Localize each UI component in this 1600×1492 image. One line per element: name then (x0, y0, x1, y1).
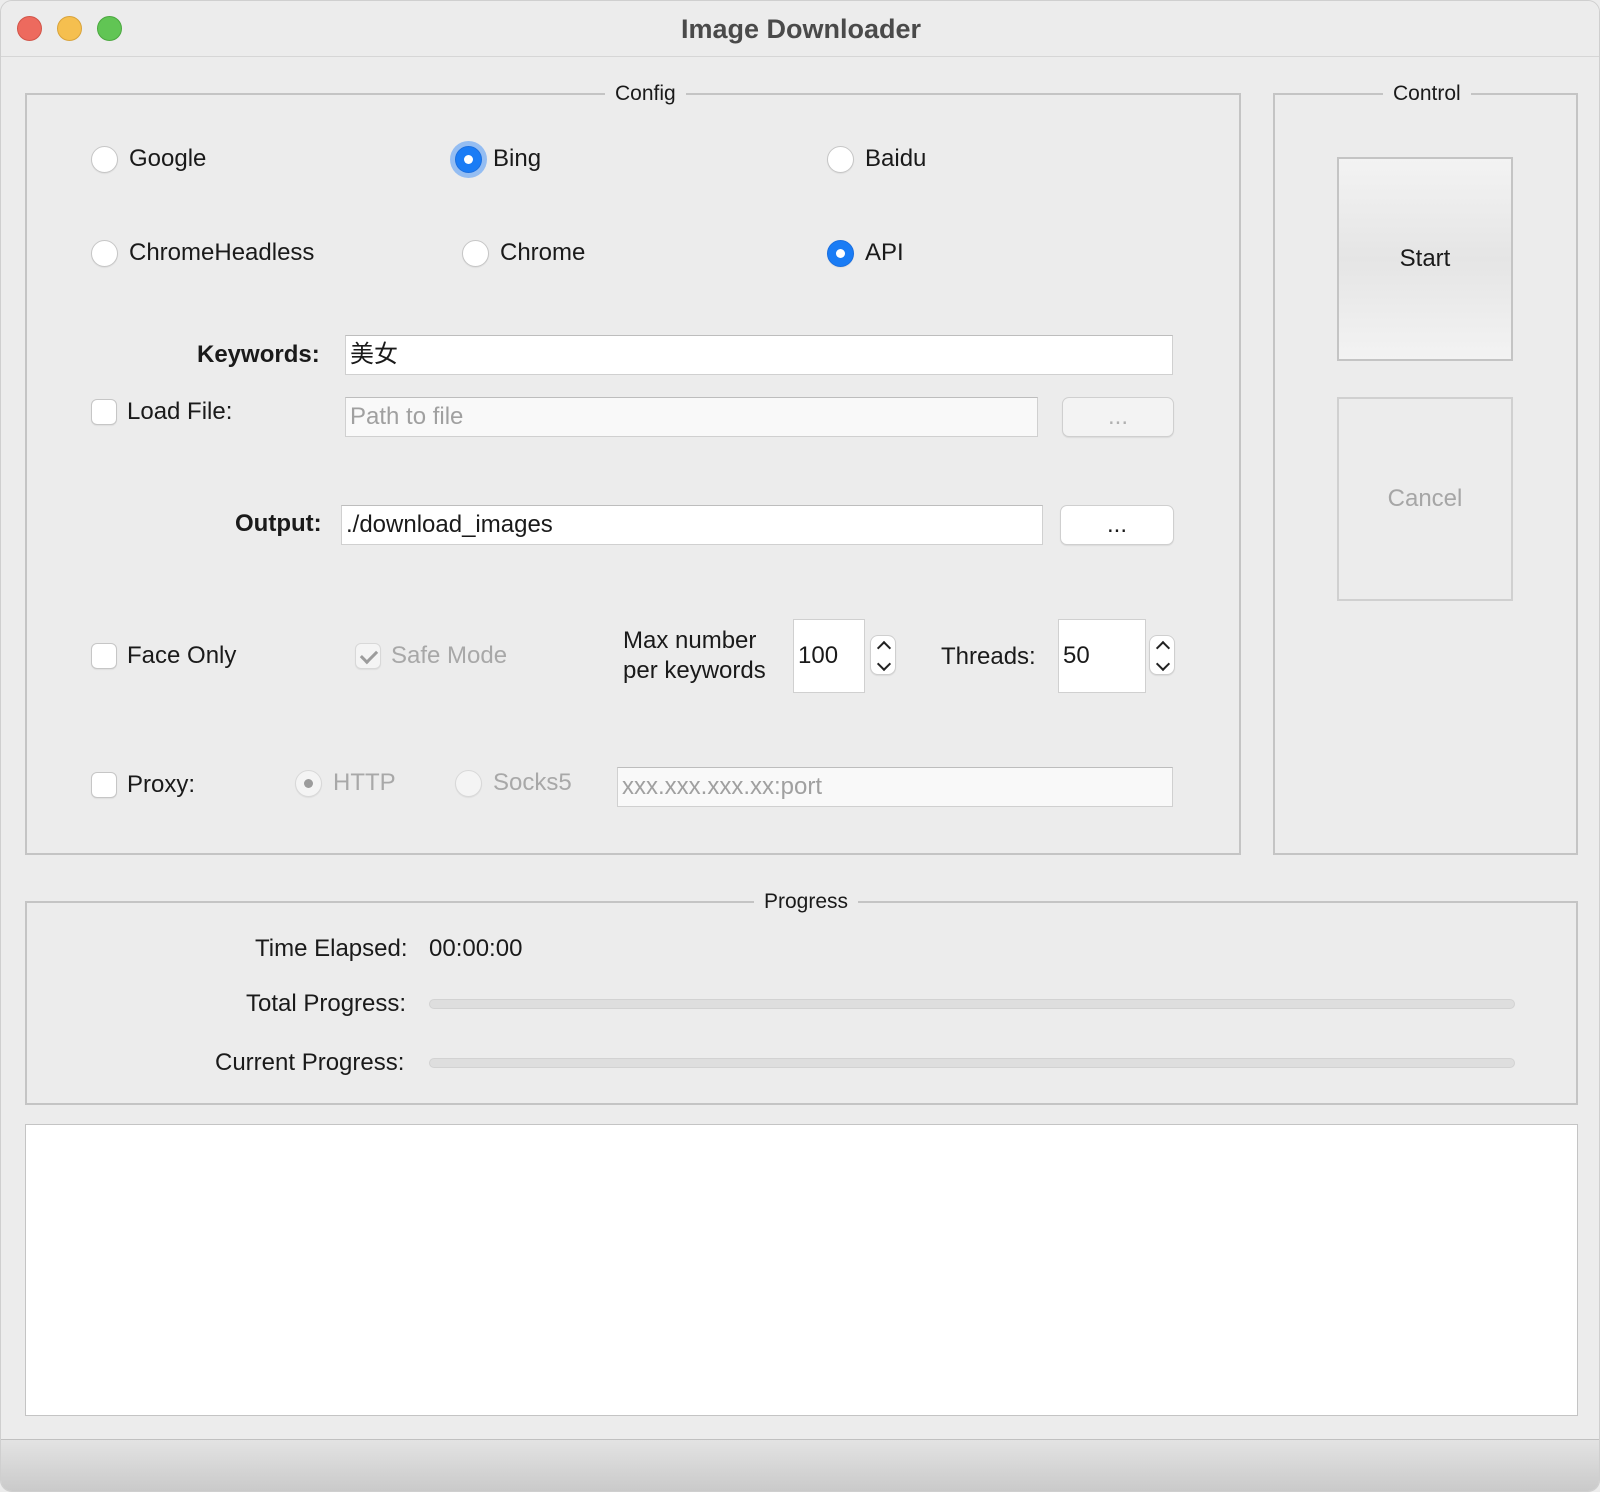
threads-label: Threads: (941, 643, 1036, 670)
start-button[interactable]: Start (1337, 157, 1513, 361)
radio-api[interactable]: API (827, 239, 904, 267)
load-file-browse-button[interactable]: ... (1062, 397, 1174, 437)
radio-chrome[interactable]: Chrome (462, 239, 585, 267)
face-only-checkbox[interactable]: Face Only (91, 642, 236, 670)
log-output-area[interactable] (25, 1124, 1578, 1416)
keywords-input[interactable]: 美女 (345, 335, 1173, 375)
time-elapsed-value: 00:00:00 (429, 935, 523, 962)
total-progress-label: Total Progress: (246, 990, 407, 1017)
output-path-input[interactable]: ./download_images (341, 505, 1043, 545)
max-number-input[interactable]: 100 (793, 619, 865, 693)
radio-indicator (295, 769, 322, 797)
radio-chromeheadless-label: ChromeHeadless (129, 239, 315, 266)
radio-baidu-label: Baidu (865, 145, 927, 172)
proxy-address-input[interactable]: xxx.xxx.xxx.xx:port (617, 767, 1173, 807)
time-elapsed-label: Time Elapsed: (255, 935, 408, 962)
load-file-label: Load File: (127, 398, 233, 425)
status-bar (1, 1439, 1599, 1491)
radio-proxy-socks5-label: Socks5 (493, 769, 572, 796)
radio-indicator (455, 769, 482, 797)
radio-proxy-http-label: HTTP (333, 769, 396, 796)
control-group: Control Start Cancel (1273, 79, 1578, 855)
output-browse-button[interactable]: ... (1060, 505, 1174, 545)
radio-chromeheadless[interactable]: ChromeHeadless (91, 239, 314, 267)
radio-bing[interactable]: Bing (455, 145, 541, 173)
window-title: Image Downloader (680, 14, 922, 44)
max-number-label-line2: per keywords (623, 657, 766, 684)
output-label: Output: (235, 510, 322, 537)
progress-group-title: Progress (754, 887, 859, 917)
current-progress-label: Current Progress: (215, 1049, 405, 1076)
radio-baidu[interactable]: Baidu (827, 145, 926, 173)
radio-indicator (827, 145, 854, 173)
radio-google[interactable]: Google (91, 145, 206, 173)
radio-indicator (91, 239, 118, 267)
config-group: Config Google Bing Baidu ChromeHeadless … (25, 79, 1241, 855)
face-only-label: Face Only (127, 642, 237, 669)
total-progress-bar (429, 999, 1515, 1009)
chevron-up-icon[interactable] (1150, 637, 1176, 656)
radio-google-label: Google (129, 145, 207, 172)
config-group-title: Config (605, 79, 686, 109)
current-progress-bar (429, 1058, 1515, 1068)
radio-api-label: API (865, 239, 904, 266)
radio-chrome-label: Chrome (500, 239, 586, 266)
radio-indicator (455, 145, 482, 173)
load-file-path-input[interactable]: Path to file (345, 397, 1038, 437)
safe-mode-label: Safe Mode (391, 642, 508, 669)
load-file-checkbox[interactable]: Load File: (91, 398, 232, 426)
radio-indicator (827, 239, 854, 267)
radio-indicator (462, 239, 489, 267)
keywords-label: Keywords: (197, 341, 320, 368)
proxy-checkbox[interactable]: Proxy: (91, 771, 195, 799)
checkbox-indicator (91, 643, 117, 669)
progress-group: Progress Time Elapsed: 00:00:00 Total Pr… (25, 887, 1578, 1105)
title-bar: Image Downloader (1, 1, 1599, 57)
checkbox-indicator (91, 399, 117, 425)
radio-proxy-http[interactable]: HTTP (295, 769, 396, 797)
app-window: Image Downloader Config Google Bing Baid… (0, 0, 1600, 1492)
control-group-title: Control (1383, 79, 1471, 109)
chevron-down-icon[interactable] (871, 656, 897, 674)
chevron-up-icon[interactable] (871, 637, 897, 656)
radio-bing-label: Bing (493, 145, 542, 172)
radio-proxy-socks5[interactable]: Socks5 (455, 769, 572, 797)
radio-indicator (91, 145, 118, 173)
chevron-down-icon[interactable] (1150, 656, 1176, 674)
checkbox-indicator (91, 772, 117, 798)
threads-input[interactable]: 50 (1058, 619, 1146, 693)
threads-stepper[interactable] (1149, 635, 1175, 675)
max-number-stepper[interactable] (870, 635, 896, 675)
max-number-label-line1: Max number (623, 627, 757, 654)
checkbox-indicator (355, 643, 381, 669)
proxy-label: Proxy: (127, 771, 196, 798)
cancel-button[interactable]: Cancel (1337, 397, 1513, 601)
safe-mode-checkbox[interactable]: Safe Mode (355, 642, 507, 670)
